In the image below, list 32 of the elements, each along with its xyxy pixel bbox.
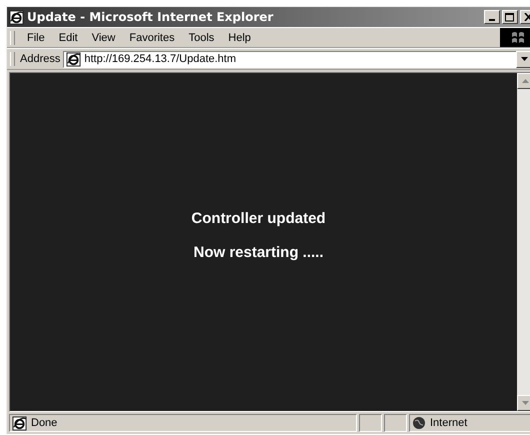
up-arrow-icon: [522, 79, 528, 83]
dropdown-button[interactable]: [516, 50, 530, 68]
menu-item[interactable]: View: [84, 32, 122, 44]
close-icon: [524, 13, 530, 21]
window-title: Update - Microsoft Internet Explorer: [27, 10, 274, 24]
menu-item[interactable]: Edit: [52, 32, 85, 44]
status-text: Done: [31, 417, 58, 429]
maximize-icon: [505, 12, 515, 22]
caret-icon: [521, 57, 528, 61]
menu-item[interactable]: Help: [221, 32, 258, 44]
menu-item[interactable]: Favorites: [122, 32, 182, 44]
scroll-up-button[interactable]: [517, 73, 530, 89]
globe-icon: [412, 416, 426, 430]
address-label: Address: [20, 53, 62, 65]
page-message: Now restarting .....: [193, 244, 324, 261]
minimize-button[interactable]: [484, 10, 500, 24]
maximize-button[interactable]: [502, 10, 518, 24]
ie-icon: [9, 10, 24, 24]
address-field[interactable]: http://169.254.13.7/Update.htm: [84, 53, 513, 65]
down-arrow-icon: [522, 401, 528, 405]
status-panel: [359, 414, 382, 432]
scroll-down-button[interactable]: [517, 395, 530, 411]
windows-logo: [500, 28, 530, 47]
menu-item[interactable]: File: [20, 32, 52, 44]
ie-icon: [12, 416, 27, 430]
status-panel: [384, 414, 407, 432]
ie-icon: [66, 52, 82, 66]
scrollbar[interactable]: [517, 73, 530, 411]
page-message: Controller updated: [191, 210, 326, 227]
zone-label: Internet: [430, 417, 468, 429]
address-bar[interactable]: http://169.254.13.7/Update.htm: [63, 50, 530, 68]
menu-item[interactable]: Tools: [182, 32, 222, 44]
